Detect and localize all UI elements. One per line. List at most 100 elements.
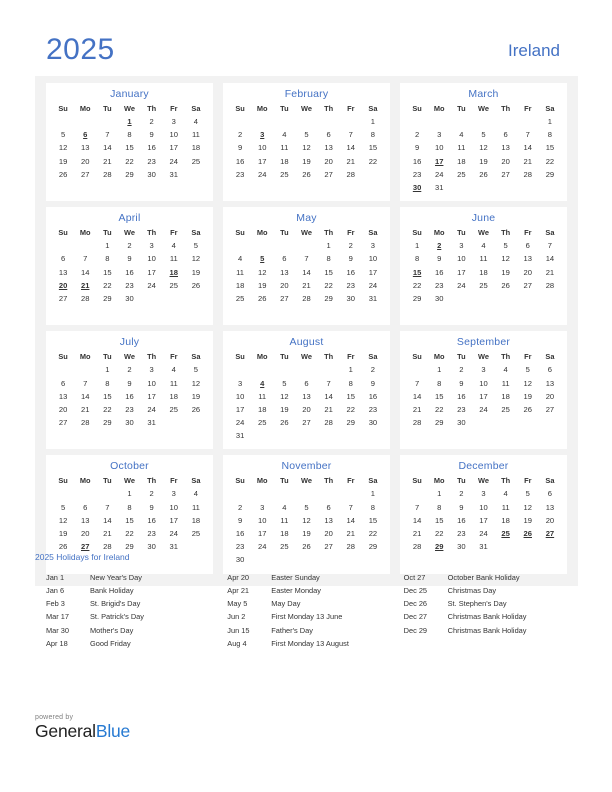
day-cell[interactable]: 13 bbox=[295, 390, 317, 403]
day-cell[interactable]: 11 bbox=[450, 141, 472, 154]
day-cell[interactable]: 1 bbox=[362, 487, 384, 500]
day-cell[interactable]: 18 bbox=[229, 279, 251, 292]
day-cell[interactable]: 20 bbox=[539, 390, 561, 403]
day-cell[interactable]: 2 bbox=[406, 128, 428, 141]
day-cell[interactable]: 12 bbox=[251, 266, 273, 279]
day-cell[interactable]: 22 bbox=[428, 403, 450, 416]
day-cell[interactable]: 27 bbox=[52, 292, 74, 305]
day-cell-holiday[interactable]: 2 bbox=[428, 239, 450, 252]
day-cell[interactable]: 14 bbox=[406, 514, 428, 527]
day-cell[interactable]: 2 bbox=[229, 128, 251, 141]
day-cell[interactable]: 28 bbox=[74, 416, 96, 429]
day-cell[interactable]: 2 bbox=[362, 363, 384, 376]
day-cell[interactable]: 21 bbox=[74, 403, 96, 416]
day-cell[interactable]: 29 bbox=[539, 168, 561, 181]
day-cell[interactable]: 2 bbox=[229, 501, 251, 514]
day-cell[interactable]: 21 bbox=[406, 527, 428, 540]
day-cell[interactable]: 3 bbox=[163, 115, 185, 128]
day-cell[interactable]: 13 bbox=[74, 514, 96, 527]
day-cell[interactable]: 16 bbox=[450, 390, 472, 403]
day-cell[interactable]: 17 bbox=[251, 155, 273, 168]
day-cell[interactable]: 14 bbox=[318, 390, 340, 403]
day-cell[interactable]: 6 bbox=[318, 501, 340, 514]
day-cell[interactable]: 12 bbox=[495, 252, 517, 265]
day-cell[interactable]: 3 bbox=[141, 239, 163, 252]
day-cell[interactable]: 3 bbox=[362, 239, 384, 252]
day-cell[interactable]: 6 bbox=[318, 128, 340, 141]
day-cell[interactable]: 1 bbox=[96, 239, 118, 252]
day-cell-holiday[interactable]: 5 bbox=[251, 252, 273, 265]
day-cell[interactable]: 30 bbox=[362, 416, 384, 429]
day-cell[interactable]: 29 bbox=[96, 416, 118, 429]
day-cell[interactable]: 9 bbox=[141, 128, 163, 141]
day-cell[interactable]: 17 bbox=[450, 266, 472, 279]
day-cell[interactable]: 22 bbox=[118, 527, 140, 540]
day-cell[interactable]: 19 bbox=[495, 266, 517, 279]
day-cell[interactable]: 27 bbox=[517, 279, 539, 292]
day-cell[interactable]: 8 bbox=[539, 128, 561, 141]
day-cell[interactable]: 22 bbox=[428, 527, 450, 540]
day-cell[interactable]: 25 bbox=[251, 416, 273, 429]
day-cell[interactable]: 19 bbox=[273, 403, 295, 416]
day-cell[interactable]: 26 bbox=[273, 416, 295, 429]
day-cell[interactable]: 13 bbox=[318, 141, 340, 154]
day-cell[interactable]: 18 bbox=[495, 390, 517, 403]
day-cell[interactable]: 13 bbox=[318, 514, 340, 527]
day-cell[interactable]: 13 bbox=[52, 266, 74, 279]
day-cell[interactable]: 10 bbox=[428, 141, 450, 154]
day-cell[interactable]: 23 bbox=[406, 168, 428, 181]
day-cell[interactable]: 25 bbox=[472, 279, 494, 292]
day-cell[interactable]: 18 bbox=[163, 390, 185, 403]
day-cell[interactable]: 14 bbox=[96, 514, 118, 527]
day-cell[interactable]: 6 bbox=[539, 363, 561, 376]
day-cell[interactable]: 29 bbox=[318, 292, 340, 305]
day-cell-holiday[interactable]: 6 bbox=[74, 128, 96, 141]
day-cell[interactable]: 11 bbox=[185, 501, 207, 514]
month-card-june[interactable]: June Su Mo Tu We Th Fr Sa 1 2 3 4 5 6 7 8 9 10 11 12 13 14 15 1… bbox=[400, 207, 567, 326]
day-cell[interactable]: 15 bbox=[539, 141, 561, 154]
day-cell[interactable]: 7 bbox=[74, 376, 96, 389]
day-cell[interactable]: 23 bbox=[428, 279, 450, 292]
day-cell[interactable]: 10 bbox=[141, 376, 163, 389]
day-cell[interactable]: 15 bbox=[428, 514, 450, 527]
day-cell[interactable]: 5 bbox=[517, 363, 539, 376]
day-cell[interactable]: 23 bbox=[118, 279, 140, 292]
day-cell[interactable]: 7 bbox=[406, 501, 428, 514]
day-cell-holiday[interactable]: 18 bbox=[163, 266, 185, 279]
day-cell[interactable]: 29 bbox=[406, 292, 428, 305]
day-cell[interactable]: 17 bbox=[163, 514, 185, 527]
day-cell[interactable]: 22 bbox=[362, 527, 384, 540]
day-cell[interactable]: 4 bbox=[185, 487, 207, 500]
day-cell[interactable]: 13 bbox=[273, 266, 295, 279]
day-cell-holiday[interactable]: 15 bbox=[406, 266, 428, 279]
day-cell[interactable]: 15 bbox=[318, 266, 340, 279]
day-cell[interactable]: 20 bbox=[318, 155, 340, 168]
day-cell[interactable]: 22 bbox=[406, 279, 428, 292]
day-cell[interactable]: 13 bbox=[539, 376, 561, 389]
day-cell[interactable]: 12 bbox=[517, 376, 539, 389]
day-cell[interactable]: 26 bbox=[251, 292, 273, 305]
day-cell[interactable]: 16 bbox=[141, 141, 163, 154]
day-cell[interactable]: 17 bbox=[141, 266, 163, 279]
day-cell[interactable]: 20 bbox=[273, 279, 295, 292]
day-cell[interactable]: 9 bbox=[406, 141, 428, 154]
day-cell[interactable]: 30 bbox=[118, 292, 140, 305]
day-cell[interactable]: 25 bbox=[185, 155, 207, 168]
day-cell[interactable]: 22 bbox=[118, 155, 140, 168]
day-cell[interactable]: 13 bbox=[52, 390, 74, 403]
day-cell[interactable]: 19 bbox=[517, 514, 539, 527]
day-cell[interactable]: 26 bbox=[517, 403, 539, 416]
day-cell[interactable]: 8 bbox=[406, 252, 428, 265]
day-cell[interactable]: 9 bbox=[362, 376, 384, 389]
day-cell[interactable]: 10 bbox=[141, 252, 163, 265]
day-cell[interactable]: 14 bbox=[295, 266, 317, 279]
day-cell[interactable]: 10 bbox=[163, 501, 185, 514]
day-cell[interactable]: 31 bbox=[362, 292, 384, 305]
day-cell[interactable]: 17 bbox=[362, 266, 384, 279]
day-cell[interactable]: 4 bbox=[472, 239, 494, 252]
day-cell[interactable]: 3 bbox=[229, 376, 251, 389]
day-cell[interactable]: 2 bbox=[118, 363, 140, 376]
day-cell[interactable]: 9 bbox=[340, 252, 362, 265]
day-cell[interactable]: 12 bbox=[52, 514, 74, 527]
day-cell[interactable]: 8 bbox=[340, 376, 362, 389]
